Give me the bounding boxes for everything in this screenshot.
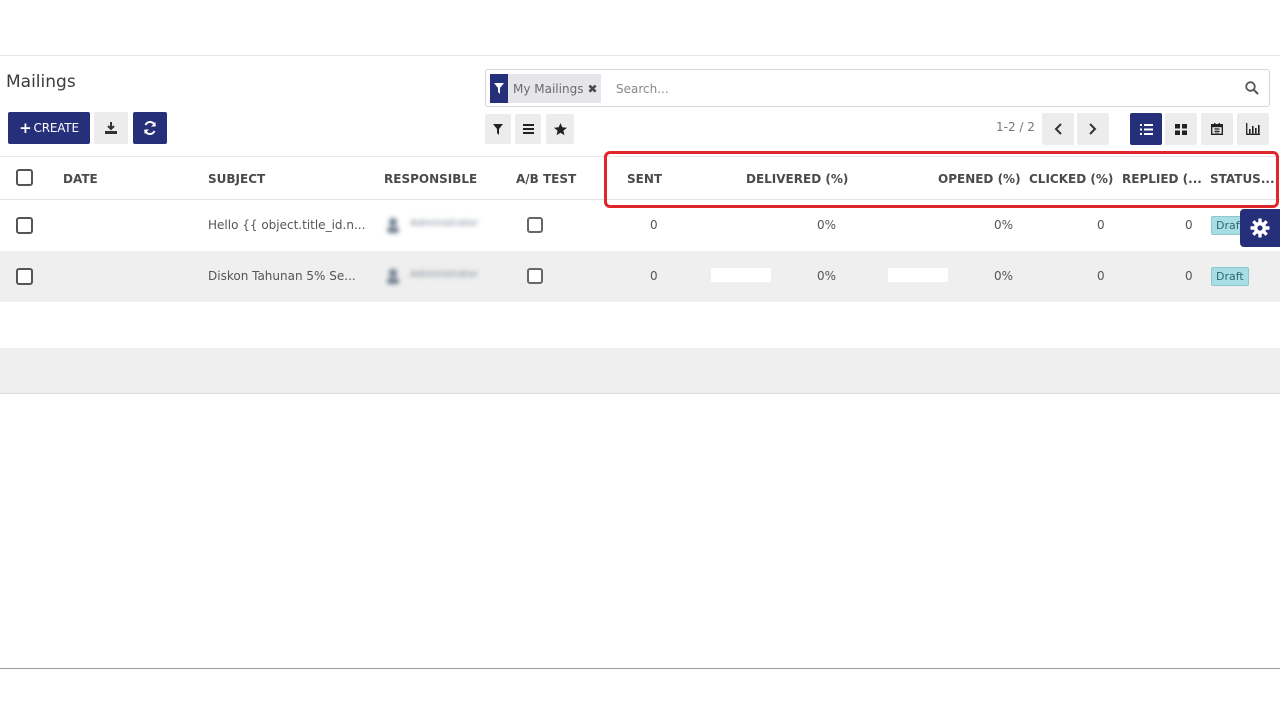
row-opened: 0% xyxy=(994,218,1014,232)
favorites-button[interactable] xyxy=(546,114,574,144)
remove-facet-icon[interactable]: ✖ xyxy=(587,82,600,96)
row-replied: 0 xyxy=(1185,269,1193,283)
ab-test-checkbox xyxy=(527,268,543,284)
create-button-label: CREATE xyxy=(33,121,79,135)
status-badge: Draft xyxy=(1211,267,1249,286)
group-by-button[interactable] xyxy=(515,114,541,144)
row-checkbox[interactable] xyxy=(16,268,33,285)
list-view-icon xyxy=(1139,123,1153,135)
chevron-right-icon xyxy=(1089,123,1097,135)
table-row[interactable]: Hello {{ object.title_id.n... Administra… xyxy=(0,200,1280,251)
facet-label: My Mailings xyxy=(513,81,584,96)
filter-icon xyxy=(490,74,508,103)
list-icon xyxy=(522,124,534,134)
row-clicked: 0 xyxy=(1097,218,1105,232)
gear-icon xyxy=(1250,218,1270,238)
search-bar[interactable]: My Mailings ✖ xyxy=(485,69,1270,107)
responsible-avatar xyxy=(386,268,400,288)
chevron-left-icon xyxy=(1054,123,1062,135)
column-header-subject[interactable]: SUBJECT xyxy=(208,172,265,186)
search-icon[interactable] xyxy=(1245,80,1259,99)
ab-test-checkbox xyxy=(527,217,543,233)
column-header-sent[interactable]: SENT xyxy=(627,172,662,186)
search-input[interactable] xyxy=(616,78,1216,100)
column-header-replied[interactable]: REPLIED (... xyxy=(1122,172,1202,186)
row-checkbox[interactable] xyxy=(16,217,33,234)
table-footer xyxy=(0,348,1280,394)
opened-progress-bar xyxy=(888,268,948,282)
filter-icon xyxy=(493,123,503,135)
app-frame: Mailings My Mailings ✖ + CREATE 1-2 / 2 xyxy=(0,55,1280,669)
column-options-icon[interactable]: ⋮ xyxy=(1271,172,1280,186)
create-button[interactable]: + CREATE xyxy=(8,112,90,144)
row-responsible: Administrator xyxy=(410,269,479,280)
pager-value[interactable]: 1-2 / 2 xyxy=(996,120,1035,134)
column-header-date[interactable]: DATE xyxy=(63,172,98,186)
table-header: DATE SUBJECT RESPONSIBLE A/B TEST SENT D… xyxy=(0,156,1280,200)
row-sent: 0 xyxy=(650,269,658,283)
pager-next-button[interactable] xyxy=(1077,113,1109,145)
kanban-icon xyxy=(1175,123,1187,135)
row-delivered: 0% xyxy=(817,218,837,232)
search-facet[interactable]: My Mailings ✖ xyxy=(490,74,601,103)
table-row[interactable]: Diskon Tahunan 5% Se... Administrator 0 … xyxy=(0,251,1280,302)
pager-previous-button[interactable] xyxy=(1042,113,1074,145)
download-icon xyxy=(105,122,117,134)
select-all-checkbox[interactable] xyxy=(16,169,33,186)
column-header-clicked[interactable]: CLICKED (%) xyxy=(1029,172,1113,186)
row-clicked: 0 xyxy=(1097,269,1105,283)
bar-chart-icon xyxy=(1246,123,1260,135)
row-subject: Hello {{ object.title_id.n... xyxy=(208,218,366,232)
refresh-icon xyxy=(144,121,156,135)
row-sent: 0 xyxy=(650,218,658,232)
delivered-progress-bar xyxy=(711,268,771,282)
calendar-icon xyxy=(1211,123,1223,135)
row-delivered: 0% xyxy=(817,269,837,283)
column-header-ab-test[interactable]: A/B TEST xyxy=(516,172,576,186)
column-header-delivered[interactable]: DELIVERED (%) xyxy=(746,172,848,186)
column-header-status[interactable]: STATUS... xyxy=(1210,172,1275,186)
download-button[interactable] xyxy=(94,112,128,144)
kanban-view-button[interactable] xyxy=(1165,113,1197,145)
settings-tab[interactable] xyxy=(1240,209,1280,247)
graph-view-button[interactable] xyxy=(1237,113,1269,145)
responsible-avatar xyxy=(386,217,400,237)
star-icon xyxy=(553,122,567,135)
row-replied: 0 xyxy=(1185,218,1193,232)
column-header-opened[interactable]: OPENED (%) xyxy=(938,172,1021,186)
calendar-view-button[interactable] xyxy=(1201,113,1233,145)
refresh-button[interactable] xyxy=(133,112,167,144)
plus-icon: + xyxy=(19,119,32,137)
column-header-responsible[interactable]: RESPONSIBLE xyxy=(384,172,477,186)
row-subject: Diskon Tahunan 5% Se... xyxy=(208,269,356,283)
row-opened: 0% xyxy=(994,269,1014,283)
filters-button[interactable] xyxy=(485,114,511,144)
row-responsible: Administrator xyxy=(410,218,479,229)
page-title: Mailings xyxy=(6,72,76,92)
list-view-button[interactable] xyxy=(1130,113,1162,145)
